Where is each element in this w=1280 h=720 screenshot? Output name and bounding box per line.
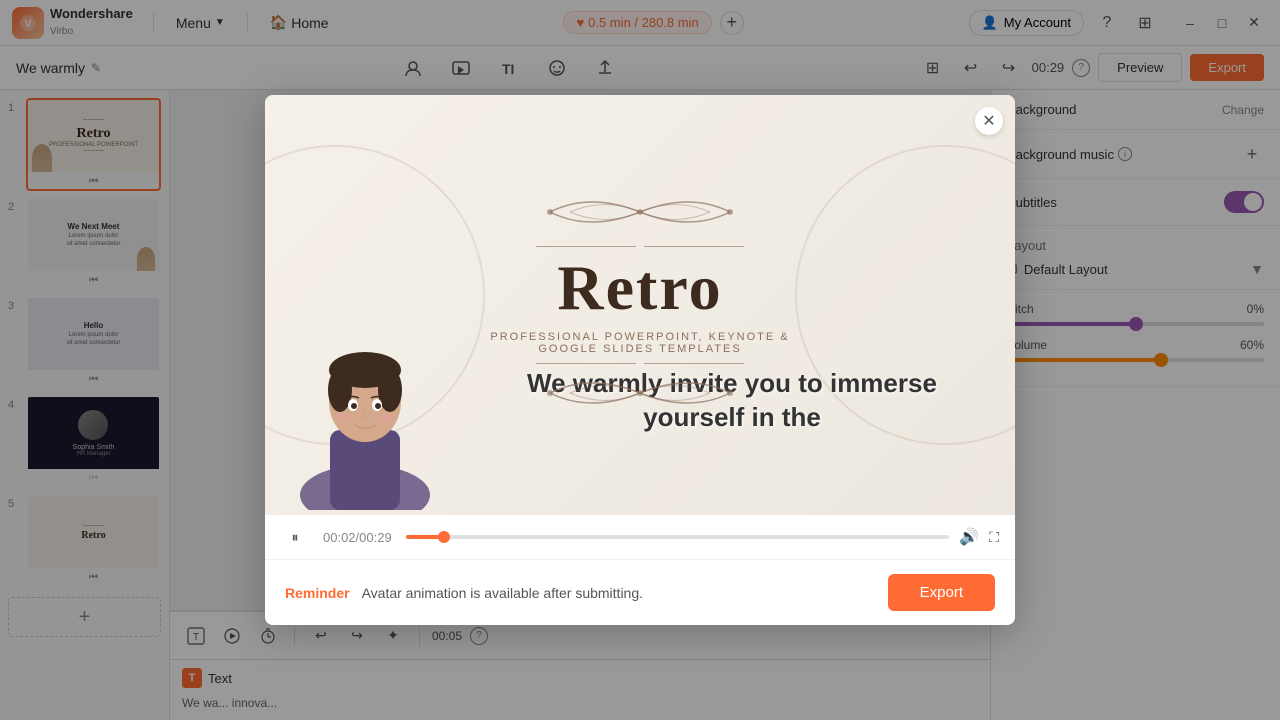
modal-close-button[interactable]: ✕	[975, 107, 1003, 135]
retro-line-left	[536, 246, 636, 247]
export-modal-button[interactable]: Export	[888, 574, 995, 611]
retro-line-right	[644, 246, 744, 247]
progress-thumb[interactable]	[438, 531, 450, 543]
retro-main-title: Retro	[490, 251, 789, 325]
fullscreen-button[interactable]: ⛶	[989, 529, 999, 546]
play-pause-icon: ⏸	[292, 529, 299, 546]
play-pause-button[interactable]: ⏸	[281, 523, 309, 551]
volume-button[interactable]: 🔊	[959, 527, 979, 547]
retro-lines-bottom	[490, 363, 789, 364]
retro-line-bot-right	[644, 363, 744, 364]
video-controls: ⏸ 00:02/00:29 🔊 ⛶	[265, 515, 1015, 559]
progress-time: 00:02/00:29	[323, 530, 392, 545]
retro-content: Retro PROFESSIONAL POWERPOINT, KEYNOTE &…	[490, 187, 789, 423]
reminder-label: Reminder	[285, 585, 350, 601]
time-total: 00:29	[359, 530, 392, 545]
retro-subtitle-2: GOOGLE SLIDES TEMPLATES	[490, 343, 789, 355]
time-current: 00:02	[323, 530, 356, 545]
avatar-container	[285, 310, 445, 515]
reminder-text: Avatar animation is available after subm…	[362, 585, 876, 601]
modal-overlay[interactable]: ✕	[0, 0, 1280, 720]
ornament-top-svg	[540, 187, 740, 237]
reminder-bar: Reminder Avatar animation is available a…	[265, 559, 1015, 625]
ornament-bottom-svg	[540, 368, 740, 418]
preview-modal: ✕	[265, 95, 1015, 625]
modal-video-area: Retro PROFESSIONAL POWERPOINT, KEYNOTE &…	[265, 95, 1015, 515]
modal-video-bg: Retro PROFESSIONAL POWERPOINT, KEYNOTE &…	[265, 95, 1015, 515]
progress-bar[interactable]	[406, 535, 950, 539]
retro-line-bot-left	[536, 363, 636, 364]
avatar-svg	[285, 310, 445, 510]
retro-subtitle-1: PROFESSIONAL POWERPOINT, KEYNOTE &	[490, 331, 789, 343]
retro-lines-top	[490, 246, 789, 247]
